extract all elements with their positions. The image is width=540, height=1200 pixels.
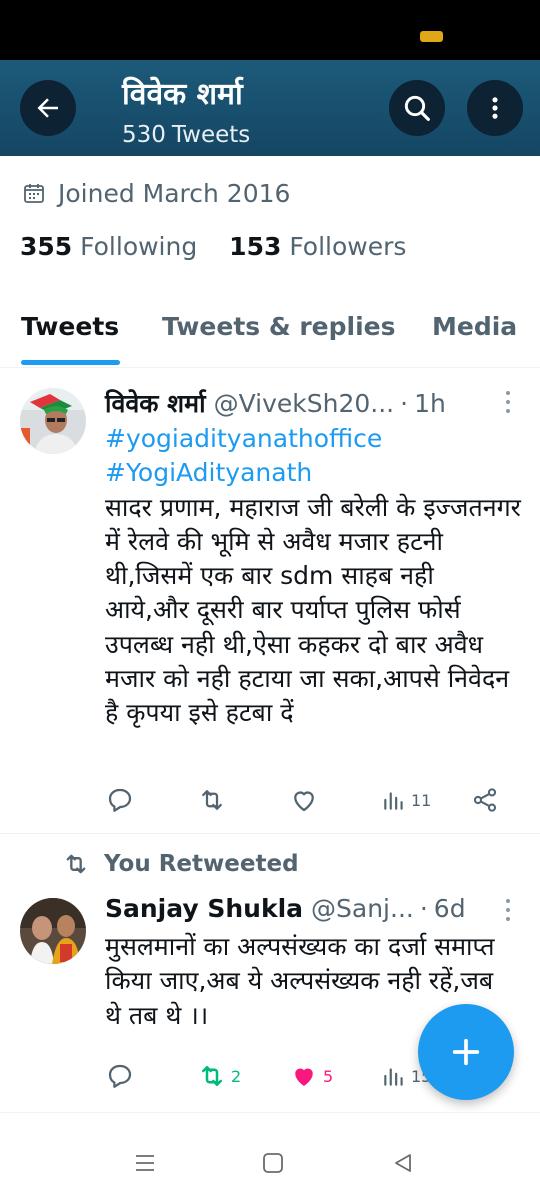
reply-button[interactable] bbox=[105, 1058, 135, 1094]
tweet-card[interactable]: विवेक शर्मा @VivekSh20... · 1h #yogiadit… bbox=[0, 368, 540, 834]
tweet-time: 1h bbox=[414, 388, 446, 418]
tab-media[interactable]: Media bbox=[432, 312, 517, 341]
like-count: 5 bbox=[323, 1066, 334, 1086]
retweeted-label: You Retweeted bbox=[104, 851, 299, 877]
profile-app-bar: विवेक शर्मा 530 Tweets bbox=[0, 60, 540, 156]
more-options-button[interactable] bbox=[467, 80, 523, 136]
retweet-icon bbox=[66, 854, 86, 874]
tweet-header: Sanjay Shukla @Sanj... · 6d bbox=[105, 894, 466, 923]
compose-tweet-button[interactable] bbox=[418, 1004, 514, 1100]
like-button[interactable]: 5 bbox=[289, 1058, 333, 1094]
tweet-more-button[interactable] bbox=[498, 896, 518, 924]
followers-label: Followers bbox=[289, 232, 407, 261]
home-button[interactable] bbox=[259, 1149, 287, 1177]
back-triangle-icon bbox=[395, 1154, 411, 1172]
joined-date-text: Joined March 2016 bbox=[58, 178, 291, 208]
following-label: Following bbox=[80, 232, 198, 261]
follow-stats: 355 Following 153 Followers bbox=[20, 232, 406, 261]
tab-tweets-and-replies[interactable]: Tweets & replies bbox=[162, 312, 396, 341]
avatar-image bbox=[20, 898, 86, 964]
hashtag-link[interactable]: #YogiAdityanath bbox=[105, 456, 525, 490]
retweet-button[interactable]: 2 bbox=[197, 1058, 241, 1094]
avatar-image bbox=[20, 388, 86, 454]
profile-name-title: विवेक शर्मा bbox=[122, 77, 243, 112]
views-icon bbox=[384, 1068, 403, 1086]
like-button[interactable] bbox=[289, 782, 319, 818]
menu-lines-icon bbox=[136, 1155, 154, 1171]
back-button[interactable] bbox=[20, 80, 76, 136]
retweet-icon bbox=[202, 790, 222, 810]
more-vertical-icon bbox=[492, 97, 498, 119]
share-button[interactable] bbox=[471, 782, 499, 818]
reply-icon bbox=[108, 788, 132, 812]
tweet-count-number: 530 bbox=[122, 122, 166, 148]
back-arrow-icon bbox=[37, 98, 58, 118]
tab-tweets[interactable]: Tweets bbox=[21, 312, 119, 341]
reply-icon bbox=[108, 1064, 132, 1088]
views-icon bbox=[384, 792, 403, 810]
tweet-more-button[interactable] bbox=[498, 388, 518, 416]
tweet-body-text: सादर प्रणाम, महाराज जी बरेली के इज्जतनगर… bbox=[105, 492, 521, 728]
author-handle[interactable]: @VivekSh20... bbox=[214, 389, 395, 418]
tweet-text: #yogiadityanathoffice #YogiAdityanath सा… bbox=[105, 422, 525, 731]
retweet-button[interactable] bbox=[197, 782, 227, 818]
profile-tabs: Tweets Tweets & replies Media bbox=[0, 300, 540, 368]
home-square-icon bbox=[263, 1153, 283, 1173]
recent-apps-button[interactable] bbox=[131, 1149, 159, 1177]
like-icon bbox=[294, 791, 314, 812]
author-handle[interactable]: @Sanj... bbox=[311, 894, 414, 923]
tweet-count: 530 Tweets bbox=[122, 122, 256, 148]
following-link[interactable]: 355 Following bbox=[20, 232, 197, 261]
followers-count: 153 bbox=[229, 232, 282, 261]
compose-plus-icon bbox=[452, 1038, 480, 1066]
search-button[interactable] bbox=[389, 80, 445, 136]
joined-date-row: Joined March 2016 bbox=[22, 175, 290, 211]
following-count: 355 bbox=[20, 232, 73, 261]
calendar-icon bbox=[24, 184, 44, 203]
status-bar bbox=[0, 0, 540, 60]
like-icon bbox=[295, 1068, 313, 1086]
hashtag-link[interactable]: #yogiadityanathoffice bbox=[105, 422, 525, 456]
followers-link[interactable]: 153 Followers bbox=[229, 232, 406, 261]
share-icon bbox=[473, 788, 497, 812]
search-icon bbox=[404, 95, 430, 121]
separator-dot: · bbox=[400, 388, 409, 418]
author-name[interactable]: विवेक शर्मा bbox=[105, 386, 206, 420]
tweet-actions: 11 bbox=[105, 782, 525, 818]
separator-dot: · bbox=[419, 894, 428, 923]
system-navigation-bar bbox=[0, 1112, 540, 1200]
tweet-count-label: Tweets bbox=[171, 122, 251, 148]
retweeted-indicator: You Retweeted bbox=[62, 850, 299, 878]
retweet-count: 2 bbox=[231, 1066, 242, 1086]
author-name[interactable]: Sanjay Shukla bbox=[105, 894, 303, 923]
tweet-header: विवेक शर्मा @VivekSh20... · 1h bbox=[105, 386, 446, 420]
retweet-icon bbox=[202, 1066, 222, 1086]
views-button[interactable]: 11 bbox=[381, 782, 431, 818]
avatar[interactable] bbox=[20, 388, 86, 454]
avatar[interactable] bbox=[20, 898, 86, 964]
reply-button[interactable] bbox=[105, 782, 135, 818]
system-back-button[interactable] bbox=[389, 1149, 417, 1177]
tweet-time: 6d bbox=[433, 894, 466, 923]
active-tab-indicator bbox=[21, 360, 120, 365]
views-count: 11 bbox=[411, 790, 432, 810]
battery-indicator bbox=[420, 31, 443, 42]
